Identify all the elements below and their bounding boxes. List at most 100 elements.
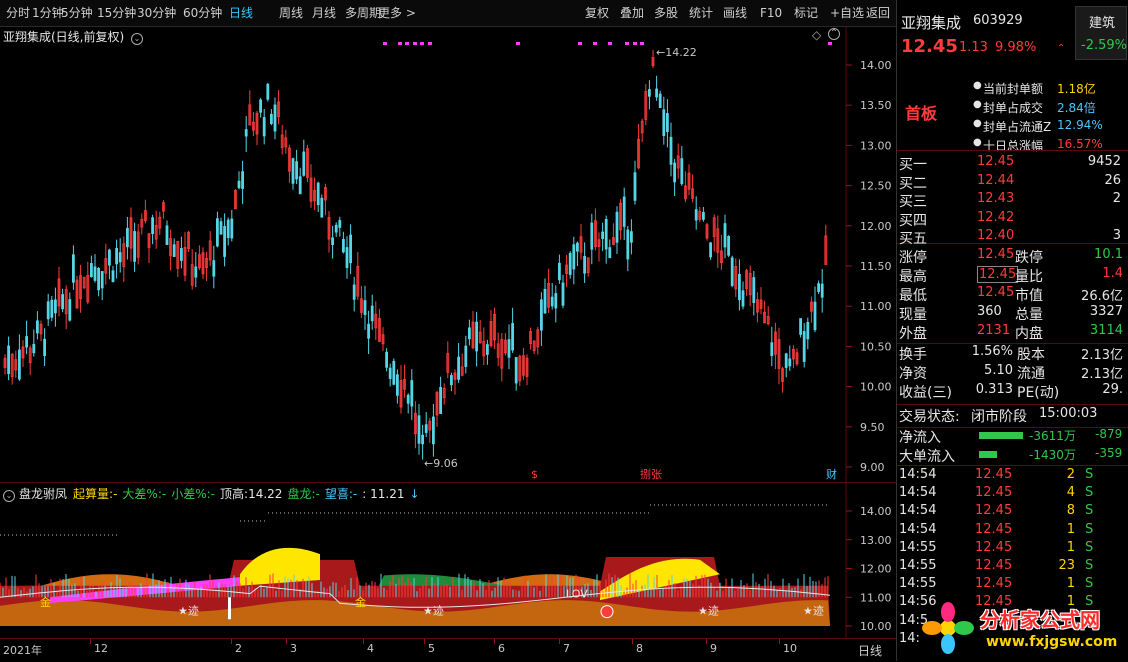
quote-value: 5.10 — [984, 363, 1013, 378]
bid-label: 买四 — [899, 212, 927, 229]
candle-body — [511, 323, 515, 351]
candle-body — [7, 345, 10, 375]
quote-label: 市值 — [1015, 288, 1043, 304]
tick-time: 14:55 — [899, 558, 937, 573]
candle-body — [133, 231, 137, 262]
candle-body — [561, 282, 565, 306]
seal-stat-value: 16.57% — [1057, 137, 1103, 151]
quote-panel: 亚翔集成 603929 12.45 1.13 9.98% ⌃ 建筑 -2.59% 首板 ● 当前封单… — [896, 0, 1128, 661]
period-tab-3[interactable]: 15分钟 — [97, 0, 136, 26]
y-tick-label: 13.50 — [860, 99, 892, 112]
period-tab-10[interactable]: 更多 > — [378, 0, 416, 26]
period-tab-0[interactable]: 分时 — [6, 0, 30, 26]
quote-value: 2.13亿 — [1081, 348, 1123, 363]
divider — [897, 404, 1128, 405]
signal-dot — [516, 42, 520, 45]
tool-button-1[interactable]: 叠加 — [620, 0, 644, 26]
seal-bullet: ● — [973, 137, 982, 148]
ind-y-tick-label: 10.00 — [860, 620, 892, 633]
collapse-icon[interactable]: ⌃ — [828, 28, 840, 40]
candle-body — [151, 217, 155, 234]
x-axis-tick — [363, 639, 364, 644]
x-axis-tick — [632, 639, 633, 644]
seal-bullet: ● — [973, 99, 982, 110]
candle-body — [108, 249, 111, 266]
chevron-down-icon[interactable]: ⌄ — [131, 33, 144, 45]
candle-body — [608, 247, 612, 259]
quote-value: 360 — [977, 304, 1002, 319]
x-axis-label: 2 — [235, 642, 242, 655]
period-label[interactable]: 日线 — [858, 642, 882, 659]
signal-dot — [420, 42, 424, 45]
tick-price: 12.45 — [975, 521, 1013, 537]
x-axis-tick — [779, 639, 780, 644]
x-axis-tick — [494, 639, 495, 644]
period-tab-6[interactable]: 日线 — [229, 0, 253, 26]
indicator-item-label: 盘龙 — [287, 487, 312, 501]
candle-body — [179, 248, 183, 261]
candle-body — [702, 212, 705, 220]
tick-side: S — [1085, 467, 1094, 482]
tick-volume: 1 — [1066, 539, 1075, 555]
period-tab-4[interactable]: 30分钟 — [137, 0, 176, 26]
diamond-icon[interactable]: ◇ — [812, 28, 821, 42]
candle-body — [46, 301, 50, 320]
ind-y-tick-label: 12.00 — [860, 563, 892, 576]
bid-label: 买一 — [899, 157, 927, 173]
candle-body — [626, 229, 630, 260]
y-tick-label: 12.00 — [860, 220, 892, 233]
quote-value: 0.313 — [975, 382, 1013, 397]
candlestick-chart[interactable]: 14.00 13.50 13.00 12.50 12.00 11.50 11.00 10.50… — [0, 26, 896, 482]
indicator-pane[interactable]: 14.00 13.00 12.00 11.00 10.00 金 金 ★迹 ★迹 ★迹 ★迹 LOV ⌄… — [0, 482, 896, 639]
tool-button-7[interactable]: +自选 — [830, 0, 864, 26]
trade-state-label: 交易状态: — [899, 409, 960, 425]
tick-volume: 1 — [1066, 521, 1075, 537]
candle-body — [752, 277, 756, 304]
period-tab-8[interactable]: 月线 — [312, 0, 336, 26]
quote-label: 净资 — [899, 366, 927, 382]
candle-body — [655, 88, 658, 98]
period-tab-9[interactable]: 多周期 — [345, 0, 381, 26]
candle-body — [550, 296, 554, 307]
candle-body — [172, 244, 176, 257]
candle-body — [241, 171, 245, 189]
x-axis-label: 5 — [428, 642, 435, 655]
collapse-icon[interactable]: ⌄ — [3, 490, 15, 502]
candle-body — [431, 416, 435, 445]
candle-body — [363, 300, 367, 315]
candle-body — [583, 256, 586, 274]
candles — [3, 50, 828, 460]
candle-body — [485, 344, 489, 355]
tool-button-4[interactable]: 画线 — [723, 0, 747, 26]
bid-price: 12.43 — [977, 191, 1015, 206]
quote-value: 12.45 — [977, 266, 1019, 283]
tool-button-2[interactable]: 多股 — [654, 0, 678, 26]
period-tab-2[interactable]: 5分钟 — [61, 0, 93, 26]
candle-body — [388, 367, 392, 379]
tool-button-6[interactable]: 标记 — [794, 0, 818, 26]
tick-price: 12.45 — [975, 558, 1013, 573]
tick-price: 12.45 — [975, 467, 1013, 482]
seal-stat-value: 12.94% — [1057, 118, 1103, 132]
candle-body — [467, 327, 471, 340]
x-axis-label: 12 — [94, 642, 108, 655]
tool-button-3[interactable]: 统计 — [689, 0, 713, 26]
event-marker-2: 财 — [826, 467, 837, 481]
candle-body — [266, 83, 270, 100]
period-tab-5[interactable]: 60分钟 — [183, 0, 222, 26]
candle-body — [97, 267, 100, 291]
candle-body — [820, 283, 824, 298]
main-chart[interactable]: 14.00 13.50 13.00 12.50 12.00 11.50 11.00 10.50… — [0, 26, 896, 482]
tool-button-5[interactable]: F10 — [760, 0, 782, 26]
candle-body — [694, 209, 698, 221]
flow-label: 净流入 — [899, 430, 941, 446]
period-tab-7[interactable]: 周线 — [279, 0, 303, 26]
tool-button-8[interactable]: 返回 — [866, 0, 890, 26]
candle-body — [673, 162, 676, 183]
indicator-chart[interactable]: 14.00 13.00 12.00 11.00 10.00 金 金 ★迹 ★迹 ★迹 ★迹 LOV — [0, 483, 896, 639]
seal-stat-label: 封单占流通Z — [983, 120, 1052, 134]
candle-body — [604, 218, 608, 250]
tool-button-0[interactable]: 复权 — [585, 0, 609, 26]
period-tab-1[interactable]: 1分钟 — [32, 0, 64, 26]
candle-body — [540, 299, 543, 331]
